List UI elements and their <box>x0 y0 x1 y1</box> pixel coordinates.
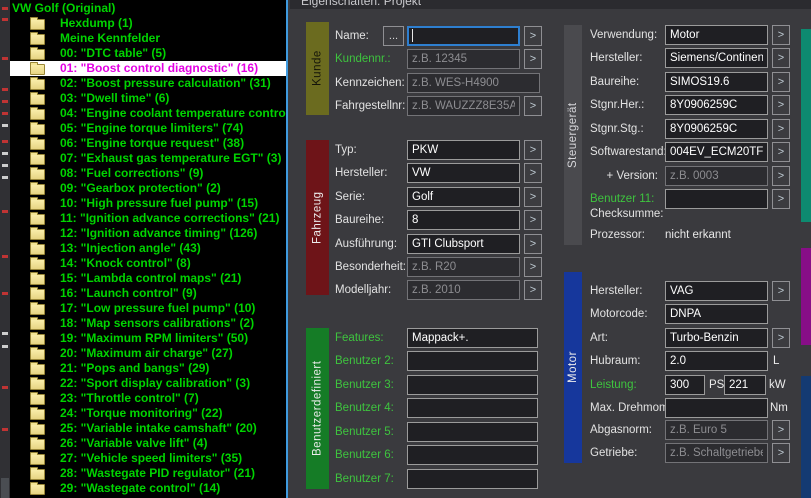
drehmoment-input[interactable] <box>665 398 768 418</box>
verwendung-input[interactable] <box>665 25 768 45</box>
steuergeraet-hersteller-label: Hersteller: <box>590 52 643 64</box>
steuergeraet-baureihe-arrow-button[interactable]: > <box>772 72 790 92</box>
motorcode-row: Motorcode: <box>0 304 811 324</box>
getriebe-arrow-button[interactable]: > <box>772 443 790 463</box>
leistung-ps-input[interactable] <box>665 375 705 395</box>
stgnr-her-input[interactable] <box>665 95 768 115</box>
stgnr-her-arrow-button[interactable]: > <box>772 95 790 115</box>
steuergeraet-hersteller-arrow-button[interactable]: > <box>772 48 790 68</box>
drehmoment-unit: Nm <box>770 402 788 414</box>
drehmoment-row: Max. Drehmom. Nm <box>0 398 811 418</box>
getriebe-input[interactable] <box>665 443 768 463</box>
verwendung-label: Verwendung: <box>590 29 658 41</box>
leistung-ps-unit: PS <box>709 379 725 391</box>
checksumme-row: Checksumme: <box>0 204 811 224</box>
steuergeraet-baureihe-row: Baureihe: > <box>0 72 811 92</box>
motor-hersteller-row: Hersteller: > <box>0 281 811 301</box>
softwarestand-row: Softwarestand: > <box>0 142 811 162</box>
tree-item[interactable]: VW Golf (Original) <box>10 1 286 16</box>
version-input[interactable] <box>665 166 768 186</box>
prozessor-value: nicht erkannt <box>665 229 731 241</box>
besonderheit-row: Besonderheit: > <box>0 257 811 277</box>
verwendung-arrow-button[interactable]: > <box>772 25 790 45</box>
abgasnorm-input[interactable] <box>665 420 768 440</box>
stgnr-stg-label: Stgnr.Stg.: <box>590 123 644 135</box>
verwendung-row: Verwendung: > <box>0 25 811 45</box>
art-arrow-button[interactable]: > <box>772 328 790 348</box>
steuergeraet-baureihe-input[interactable] <box>665 72 768 92</box>
motor-hersteller-arrow-button[interactable]: > <box>772 281 790 301</box>
hubraum-unit: L <box>773 355 780 367</box>
hubraum-input[interactable] <box>665 351 768 371</box>
steuergeraet-hersteller-input[interactable] <box>665 48 768 68</box>
prozessor-row: Prozessor: nicht erkannt <box>0 225 811 245</box>
drehmoment-label: Max. Drehmom. <box>590 402 672 414</box>
besonderheit-label: Besonderheit: <box>335 261 406 273</box>
leistung-label: Leistung: <box>590 379 637 391</box>
softwarestand-arrow-button[interactable]: > <box>772 142 790 162</box>
leistung-kw-unit: kW <box>769 379 786 391</box>
stgnr-her-row: Stgnr.Her.: > <box>0 95 811 115</box>
hubraum-row: Hubraum: L <box>0 351 811 371</box>
stgnr-her-label: Stgnr.Her.: <box>590 99 645 111</box>
version-row: + Version: > <box>0 166 811 186</box>
app-window: VW Golf (Original) Hexdump (1) Meine Ken… <box>0 0 811 498</box>
leistung-row: Leistung: PS kW <box>0 375 811 395</box>
art-label: Art: <box>590 332 608 344</box>
hubraum-label: Hubraum: <box>590 355 641 367</box>
version-label: + Version: <box>606 170 658 182</box>
stgnr-stg-arrow-button[interactable]: > <box>772 119 790 139</box>
benutzer7-row: Benutzer 7: <box>0 469 811 489</box>
leistung-kw-input[interactable] <box>724 375 766 395</box>
art-row: Art: > <box>0 328 811 348</box>
abgasnorm-label: Abgasnorm: <box>590 424 653 436</box>
besonderheit-arrow-button[interactable]: > <box>524 257 542 277</box>
properties-panel-title: Eigenschaften: Projekt <box>301 0 422 8</box>
steuergeraet-baureihe-label: Baureihe: <box>590 76 640 88</box>
version-arrow-button[interactable]: > <box>772 166 790 186</box>
besonderheit-input[interactable] <box>407 257 520 277</box>
scrollbar-marker <box>2 7 8 10</box>
benutzer7-label: Benutzer 7: <box>335 473 394 485</box>
benutzer7-input[interactable] <box>407 469 538 489</box>
steuergeraet-hersteller-row: Hersteller: > <box>0 48 811 68</box>
checksumme-label: Checksumme: <box>590 208 664 220</box>
abgasnorm-arrow-button[interactable]: > <box>772 420 790 440</box>
scrollbar-marker <box>2 18 8 21</box>
motor-hersteller-input[interactable] <box>665 281 768 301</box>
abgasnorm-row: Abgasnorm: > <box>0 420 811 440</box>
stgnr-stg-input[interactable] <box>665 119 768 139</box>
softwarestand-label: Softwarestand: <box>590 146 667 158</box>
getriebe-label: Getriebe: <box>590 447 638 459</box>
softwarestand-input[interactable] <box>665 142 768 162</box>
properties-panel-header: Eigenschaften: Projekt <box>290 0 811 9</box>
motorcode-label: Motorcode: <box>590 308 648 320</box>
motorcode-input[interactable] <box>665 304 768 324</box>
stgnr-stg-row: Stgnr.Stg.: > <box>0 119 811 139</box>
prozessor-label: Prozessor: <box>590 229 645 241</box>
tree-item-label: VW Golf (Original) <box>12 1 116 15</box>
art-input[interactable] <box>665 328 768 348</box>
motor-hersteller-label: Hersteller: <box>590 285 643 297</box>
getriebe-row: Getriebe: > <box>0 443 811 463</box>
